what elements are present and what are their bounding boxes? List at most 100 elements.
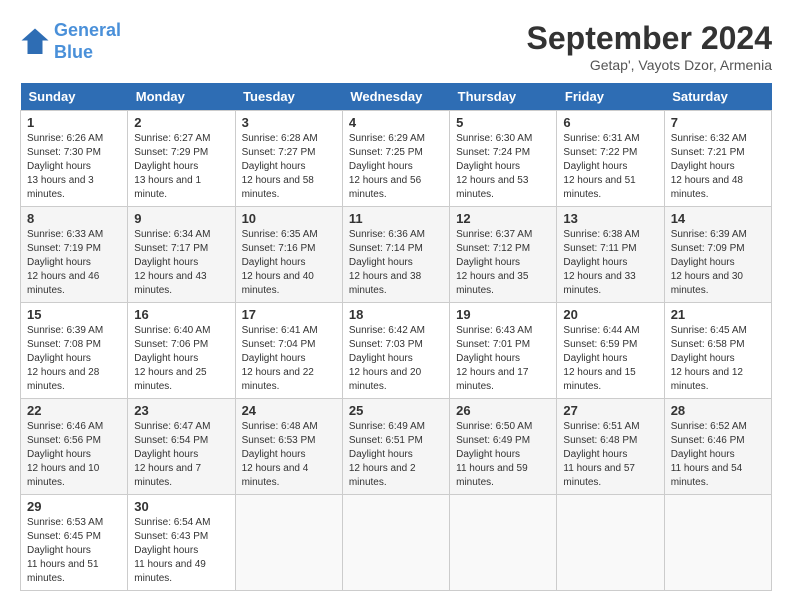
day-number: 25 xyxy=(349,403,443,418)
day-info: Sunrise: 6:37 AMSunset: 7:12 PMDaylight … xyxy=(456,228,550,298)
day-number: 21 xyxy=(671,307,765,322)
day-number: 24 xyxy=(242,403,336,418)
calendar-cell: 13 Sunrise: 6:38 AMSunset: 7:11 PMDayligh… xyxy=(557,207,664,303)
calendar-cell: 8 Sunrise: 6:33 AMSunset: 7:19 PMDaylight… xyxy=(21,207,128,303)
day-number: 12 xyxy=(456,211,550,226)
logo-text: General Blue xyxy=(54,20,121,63)
calendar-cell: 2 Sunrise: 6:27 AMSunset: 7:29 PMDaylight… xyxy=(128,111,235,207)
day-info: Sunrise: 6:39 AMSunset: 7:09 PMDaylight … xyxy=(671,228,765,298)
day-info: Sunrise: 6:46 AMSunset: 6:56 PMDaylight … xyxy=(27,420,121,490)
day-header-friday: Friday xyxy=(557,83,664,111)
day-number: 14 xyxy=(671,211,765,226)
calendar-week-5: 29 Sunrise: 6:53 AMSunset: 6:45 PMDayligh… xyxy=(21,495,772,591)
day-info: Sunrise: 6:27 AMSunset: 7:29 PMDaylight … xyxy=(134,132,228,202)
day-info: Sunrise: 6:49 AMSunset: 6:51 PMDaylight … xyxy=(349,420,443,490)
day-number: 11 xyxy=(349,211,443,226)
day-info: Sunrise: 6:50 AMSunset: 6:49 PMDaylight … xyxy=(456,420,550,490)
day-info: Sunrise: 6:44 AMSunset: 6:59 PMDaylight … xyxy=(563,324,657,394)
calendar-cell: 16Sunrise: 6:40 AMSunset: 7:06 PMDayligh… xyxy=(128,303,235,399)
day-info: Sunrise: 6:54 AMSunset: 6:43 PMDaylight … xyxy=(134,516,228,586)
calendar-cell: 6 Sunrise: 6:31 AMSunset: 7:22 PMDaylight… xyxy=(557,111,664,207)
day-number: 1 xyxy=(27,115,121,130)
calendar-cell: 15Sunrise: 6:39 AMSunset: 7:08 PMDayligh… xyxy=(21,303,128,399)
month-title: September 2024 xyxy=(527,20,772,57)
day-number: 23 xyxy=(134,403,228,418)
day-number: 6 xyxy=(563,115,657,130)
calendar-cell xyxy=(450,495,557,591)
day-info: Sunrise: 6:35 AMSunset: 7:16 PMDaylight … xyxy=(242,228,336,298)
calendar-cell: 5 Sunrise: 6:30 AMSunset: 7:24 PMDaylight… xyxy=(450,111,557,207)
day-number: 8 xyxy=(27,211,121,226)
calendar-cell: 14 Sunrise: 6:39 AMSunset: 7:09 PMDayligh… xyxy=(664,207,771,303)
day-number: 29 xyxy=(27,499,121,514)
day-header-sunday: Sunday xyxy=(21,83,128,111)
calendar-week-1: 1 Sunrise: 6:26 AMSunset: 7:30 PMDaylight… xyxy=(21,111,772,207)
calendar-cell xyxy=(235,495,342,591)
title-block: September 2024 Getap', Vayots Dzor, Arme… xyxy=(527,20,772,73)
calendar-cell: 24 Sunrise: 6:48 AMSunset: 6:53 PMDayligh… xyxy=(235,399,342,495)
calendar-table: SundayMondayTuesdayWednesdayThursdayFrid… xyxy=(20,83,772,591)
day-number: 2 xyxy=(134,115,228,130)
day-info: Sunrise: 6:31 AMSunset: 7:22 PMDaylight … xyxy=(563,132,657,202)
calendar-cell xyxy=(664,495,771,591)
day-info: Sunrise: 6:26 AMSunset: 7:30 PMDaylight … xyxy=(27,132,121,202)
day-info: Sunrise: 6:51 AMSunset: 6:48 PMDaylight … xyxy=(563,420,657,490)
day-header-monday: Monday xyxy=(128,83,235,111)
day-info: Sunrise: 6:34 AMSunset: 7:17 PMDaylight … xyxy=(134,228,228,298)
day-number: 13 xyxy=(563,211,657,226)
day-header-thursday: Thursday xyxy=(450,83,557,111)
calendar-cell: 21 Sunrise: 6:45 AMSunset: 6:58 PMDayligh… xyxy=(664,303,771,399)
day-number: 28 xyxy=(671,403,765,418)
day-info: Sunrise: 6:45 AMSunset: 6:58 PMDaylight … xyxy=(671,324,765,394)
day-number: 30 xyxy=(134,499,228,514)
day-info: Sunrise: 6:29 AMSunset: 7:25 PMDaylight … xyxy=(349,132,443,202)
day-info: Sunrise: 6:30 AMSunset: 7:24 PMDaylight … xyxy=(456,132,550,202)
logo-icon xyxy=(20,27,50,57)
day-info: Sunrise: 6:33 AMSunset: 7:19 PMDaylight … xyxy=(27,228,121,298)
day-info: Sunrise: 6:53 AMSunset: 6:45 PMDaylight … xyxy=(27,516,121,586)
day-number: 10 xyxy=(242,211,336,226)
calendar-cell: 26 Sunrise: 6:50 AMSunset: 6:49 PMDayligh… xyxy=(450,399,557,495)
calendar-cell: 17 Sunrise: 6:41 AMSunset: 7:04 PMDayligh… xyxy=(235,303,342,399)
day-info: Sunrise: 6:38 AMSunset: 7:11 PMDaylight … xyxy=(563,228,657,298)
calendar-cell: 4 Sunrise: 6:29 AMSunset: 7:25 PMDaylight… xyxy=(342,111,449,207)
calendar-cell: 12 Sunrise: 6:37 AMSunset: 7:12 PMDayligh… xyxy=(450,207,557,303)
day-info: Sunrise: 6:43 AMSunset: 7:01 PMDaylight … xyxy=(456,324,550,394)
day-number: 4 xyxy=(349,115,443,130)
day-info: Sunrise: 6:36 AMSunset: 7:14 PMDaylight … xyxy=(349,228,443,298)
day-header-wednesday: Wednesday xyxy=(342,83,449,111)
day-number: 19 xyxy=(456,307,550,322)
calendar-cell: 30 Sunrise: 6:54 AMSunset: 6:43 PMDayligh… xyxy=(128,495,235,591)
location-subtitle: Getap', Vayots Dzor, Armenia xyxy=(527,57,772,73)
day-header-saturday: Saturday xyxy=(664,83,771,111)
logo-line2: Blue xyxy=(54,42,93,62)
logo-line1: General xyxy=(54,20,121,40)
calendar-cell: 23Sunrise: 6:47 AMSunset: 6:54 PMDayligh… xyxy=(128,399,235,495)
day-info: Sunrise: 6:28 AMSunset: 7:27 PMDaylight … xyxy=(242,132,336,202)
day-number: 26 xyxy=(456,403,550,418)
day-info: Sunrise: 6:32 AMSunset: 7:21 PMDaylight … xyxy=(671,132,765,202)
day-header-tuesday: Tuesday xyxy=(235,83,342,111)
day-number: 9 xyxy=(134,211,228,226)
calendar-cell: 27Sunrise: 6:51 AMSunset: 6:48 PMDayligh… xyxy=(557,399,664,495)
day-number: 22 xyxy=(27,403,121,418)
day-info: Sunrise: 6:40 AMSunset: 7:06 PMDaylight … xyxy=(134,324,228,394)
calendar-cell: 18Sunrise: 6:42 AMSunset: 7:03 PMDayligh… xyxy=(342,303,449,399)
calendar-cell: 10 Sunrise: 6:35 AMSunset: 7:16 PMDayligh… xyxy=(235,207,342,303)
day-number: 15 xyxy=(27,307,121,322)
calendar-cell: 28Sunrise: 6:52 AMSunset: 6:46 PMDayligh… xyxy=(664,399,771,495)
day-number: 20 xyxy=(563,307,657,322)
calendar-cell: 25 Sunrise: 6:49 AMSunset: 6:51 PMDayligh… xyxy=(342,399,449,495)
day-info: Sunrise: 6:48 AMSunset: 6:53 PMDaylight … xyxy=(242,420,336,490)
page-header: General Blue September 2024 Getap', Vayo… xyxy=(20,20,772,73)
day-number: 7 xyxy=(671,115,765,130)
day-number: 5 xyxy=(456,115,550,130)
calendar-cell: 3Sunrise: 6:28 AMSunset: 7:27 PMDaylight… xyxy=(235,111,342,207)
calendar-header-row: SundayMondayTuesdayWednesdayThursdayFrid… xyxy=(21,83,772,111)
calendar-week-3: 15Sunrise: 6:39 AMSunset: 7:08 PMDayligh… xyxy=(21,303,772,399)
calendar-cell: 29 Sunrise: 6:53 AMSunset: 6:45 PMDayligh… xyxy=(21,495,128,591)
day-info: Sunrise: 6:41 AMSunset: 7:04 PMDaylight … xyxy=(242,324,336,394)
day-number: 17 xyxy=(242,307,336,322)
calendar-cell: 11 Sunrise: 6:36 AMSunset: 7:14 PMDayligh… xyxy=(342,207,449,303)
calendar-week-4: 22 Sunrise: 6:46 AMSunset: 6:56 PMDayligh… xyxy=(21,399,772,495)
